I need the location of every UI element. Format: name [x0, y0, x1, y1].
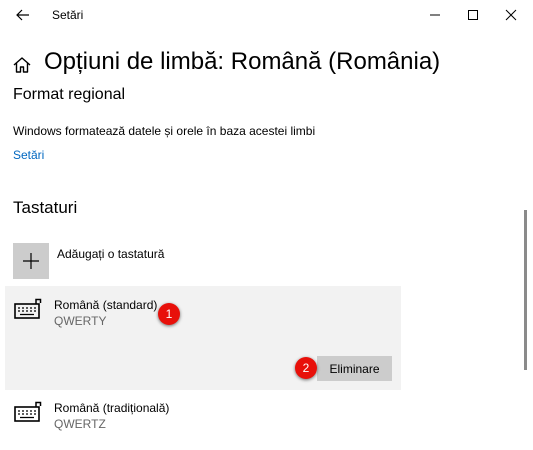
- keyboard-name: Română (standard): [54, 298, 158, 312]
- remove-keyboard-button[interactable]: Eliminare: [317, 356, 392, 381]
- home-icon: [13, 57, 31, 73]
- close-button[interactable]: [488, 0, 533, 30]
- title-bar: Setări: [0, 0, 533, 30]
- maximize-icon: [468, 10, 478, 20]
- app-title: Setări: [52, 8, 84, 22]
- keyboard-name: Română (tradițională): [54, 401, 170, 415]
- keyboards-heading: Tastaturi: [13, 198, 78, 217]
- add-keyboard-label: Adăugați o tastatură: [57, 247, 165, 261]
- keyboard-layout: QWERTY: [54, 314, 107, 328]
- keyboard-icon: [14, 298, 42, 319]
- plus-icon: [23, 253, 39, 269]
- back-button[interactable]: [14, 6, 32, 24]
- regional-settings-link[interactable]: Setări: [13, 148, 44, 162]
- annotation-badge-1: 1: [158, 303, 180, 325]
- minimize-icon: [430, 14, 440, 16]
- close-icon: [505, 9, 517, 21]
- add-keyboard-tile: [13, 243, 49, 279]
- arrow-left-icon: [16, 9, 29, 21]
- keyboard-layout: QWERTZ: [54, 417, 106, 431]
- page-title: Opțiuni de limbă: Română (România): [44, 48, 441, 75]
- regional-format-description: Windows formatează datele și orele în ba…: [13, 124, 316, 138]
- annotation-badge-2: 2: [295, 357, 317, 379]
- keyboard-icon: [14, 401, 42, 422]
- regional-format-heading: Format regional: [13, 86, 126, 103]
- scrollbar[interactable]: [524, 210, 527, 370]
- add-keyboard-button[interactable]: Adăugați o tastatură: [13, 243, 343, 279]
